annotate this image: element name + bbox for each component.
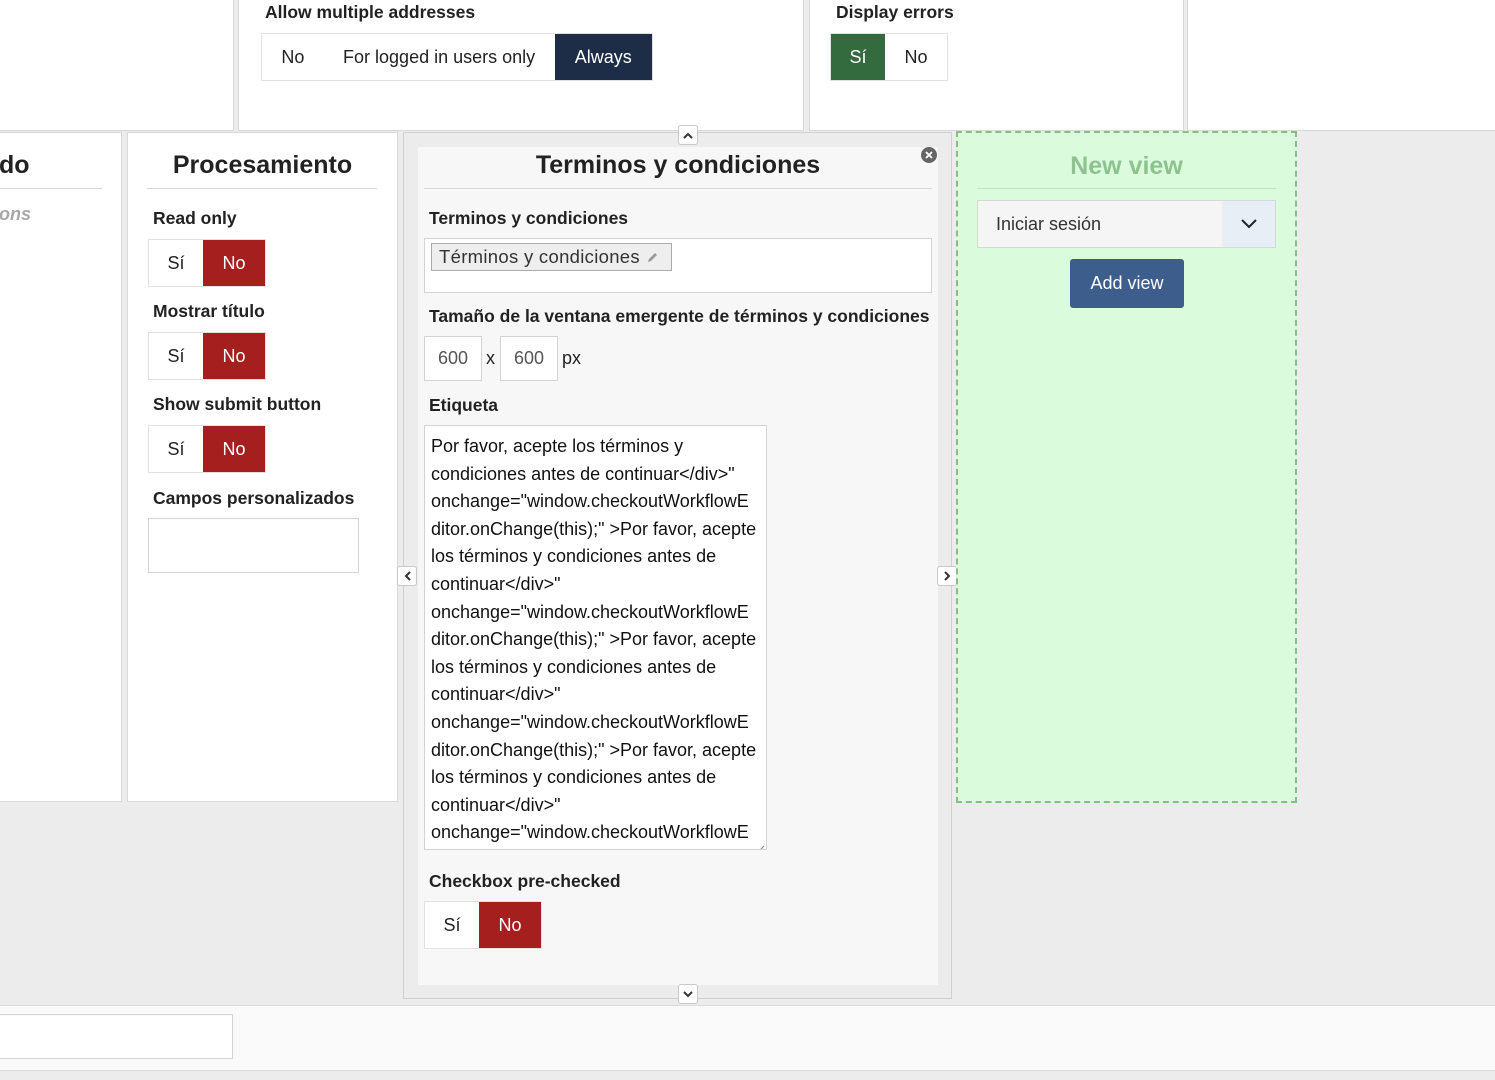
etiqueta-textarea[interactable]: Por favor, acepte los términos y condicio… bbox=[424, 425, 767, 850]
popup-size-label: Tamaño de la ventana emergente de términ… bbox=[429, 306, 930, 326]
add-view-button[interactable]: Add view bbox=[1070, 259, 1184, 308]
popup-height-input[interactable]: 600 bbox=[500, 336, 558, 381]
show-submit-si[interactable]: Sí bbox=[149, 426, 203, 472]
top-panel-addresses: Allow multiple addresses No For logged i… bbox=[238, 0, 804, 131]
left-fragment-subtitle: ons bbox=[0, 204, 32, 224]
etiqueta-label: Etiqueta bbox=[429, 395, 499, 415]
processing-title: Procesamiento bbox=[172, 151, 353, 179]
left-fragment-panel: do ons bbox=[0, 132, 122, 802]
popup-width-input[interactable]: 600 bbox=[424, 336, 482, 381]
chevron-down-icon[interactable] bbox=[1222, 201, 1275, 247]
top-panel-left bbox=[0, 0, 234, 131]
terms-tag[interactable]: Términos y condiciones bbox=[431, 243, 672, 271]
close-icon[interactable] bbox=[921, 147, 937, 163]
etiqueta-line: los términos y condiciones antes de bbox=[431, 656, 717, 677]
etiqueta-line: onchange="window.checkoutWorkflowE bbox=[431, 822, 749, 843]
move-right-icon[interactable] bbox=[937, 566, 957, 586]
processing-divider bbox=[147, 188, 377, 189]
display-errors-si[interactable]: Sí bbox=[831, 34, 885, 80]
allow-multiple-toggle: No For logged in users only Always bbox=[261, 33, 653, 81]
etiqueta-line: continuar</div>" bbox=[431, 573, 561, 594]
show-title-label: Mostrar título bbox=[153, 301, 265, 321]
view-select[interactable]: Iniciar sesión bbox=[977, 200, 1276, 248]
left-fragment-title: do bbox=[0, 151, 30, 179]
terms-panel: Terminos y condiciones Terminos y condic… bbox=[418, 147, 938, 985]
size-separator: x bbox=[486, 348, 495, 368]
etiqueta-text: Por favor, acepte los términos y condicio… bbox=[431, 433, 766, 847]
show-submit-label: Show submit button bbox=[153, 394, 322, 414]
etiqueta-line: condiciones antes de continuar</div>" bbox=[431, 463, 735, 484]
show-title-toggle: Sí No bbox=[148, 332, 266, 380]
read-only-label: Read only bbox=[153, 208, 237, 228]
etiqueta-line: ditor.onChange(this);" >Por favor, acept… bbox=[431, 739, 757, 760]
etiqueta-line: onchange="window.checkoutWorkflowE bbox=[431, 711, 749, 732]
prechecked-si[interactable]: Sí bbox=[425, 902, 479, 948]
show-submit-no[interactable]: No bbox=[203, 426, 265, 472]
display-errors-no[interactable]: No bbox=[885, 34, 947, 80]
terms-divider bbox=[424, 188, 932, 189]
show-title-si[interactable]: Sí bbox=[149, 333, 203, 379]
prechecked-toggle: Sí No bbox=[424, 901, 542, 949]
resize-handle-icon[interactable] bbox=[757, 840, 765, 849]
display-errors-toggle: Sí No bbox=[830, 33, 948, 81]
prechecked-label: Checkbox pre-checked bbox=[429, 871, 621, 891]
terms-field-label: Terminos y condiciones bbox=[429, 208, 629, 228]
move-left-icon[interactable] bbox=[397, 566, 417, 586]
read-only-no[interactable]: No bbox=[203, 240, 265, 286]
etiqueta-line: ditor.onChange(this);" >Por favor, acept… bbox=[431, 518, 757, 539]
display-errors-label: Display errors bbox=[836, 2, 954, 22]
allow-multiple-no[interactable]: No bbox=[262, 34, 324, 80]
move-down-icon[interactable] bbox=[678, 984, 698, 1004]
etiqueta-line: continuar</div>" bbox=[431, 684, 561, 705]
terms-panel-outer: Terminos y condiciones Terminos y condic… bbox=[403, 132, 952, 999]
popup-height-value: 600 bbox=[513, 348, 545, 368]
allow-multiple-logged-in[interactable]: For logged in users only bbox=[324, 34, 555, 80]
left-fragment-divider bbox=[0, 188, 102, 189]
allow-multiple-label: Allow multiple addresses bbox=[265, 2, 476, 22]
terms-tag-field[interactable]: Términos y condiciones bbox=[424, 238, 932, 293]
top-panel-errors: Display errors Sí No bbox=[809, 0, 1184, 131]
read-only-si[interactable]: Sí bbox=[149, 240, 203, 286]
etiqueta-line: Por favor, acepte los términos y bbox=[431, 436, 684, 456]
show-title-no[interactable]: No bbox=[203, 333, 265, 379]
etiqueta-line: onchange="window.checkoutWorkflowE bbox=[431, 601, 749, 622]
custom-fields-input[interactable] bbox=[148, 518, 359, 573]
terms-tag-text: Términos y condiciones bbox=[439, 246, 640, 267]
allow-multiple-always[interactable]: Always bbox=[554, 34, 652, 80]
show-submit-toggle: Sí No bbox=[148, 425, 266, 473]
bottom-input[interactable] bbox=[0, 1014, 233, 1059]
popup-width-value: 600 bbox=[437, 348, 469, 368]
prechecked-no[interactable]: No bbox=[479, 902, 541, 948]
custom-fields-label: Campos personalizados bbox=[153, 488, 355, 508]
processing-panel: Procesamiento Read only Sí No Mostrar tí… bbox=[127, 132, 398, 802]
etiqueta-line: onchange="window.checkoutWorkflowE bbox=[431, 491, 749, 512]
move-up-icon[interactable] bbox=[678, 125, 698, 145]
new-view-divider bbox=[977, 188, 1276, 189]
top-panel-right bbox=[1187, 0, 1495, 131]
view-select-value: Iniciar sesión bbox=[996, 213, 1102, 234]
bottom-strip bbox=[0, 1005, 1495, 1071]
terms-title: Terminos y condiciones bbox=[535, 151, 821, 179]
etiqueta-line: los términos y condiciones antes de bbox=[431, 546, 717, 567]
etiqueta-line: ditor.onChange(this);" >Por favor, acept… bbox=[431, 629, 757, 650]
etiqueta-line: continuar</div>" bbox=[431, 794, 561, 815]
read-only-toggle: Sí No bbox=[148, 239, 266, 287]
pencil-icon[interactable] bbox=[647, 252, 658, 263]
new-view-panel: New view Iniciar sesión Add view bbox=[956, 131, 1297, 803]
etiqueta-line: los términos y condiciones antes de bbox=[431, 767, 717, 788]
new-view-title: New view bbox=[1070, 152, 1183, 180]
size-unit: px bbox=[562, 348, 582, 368]
